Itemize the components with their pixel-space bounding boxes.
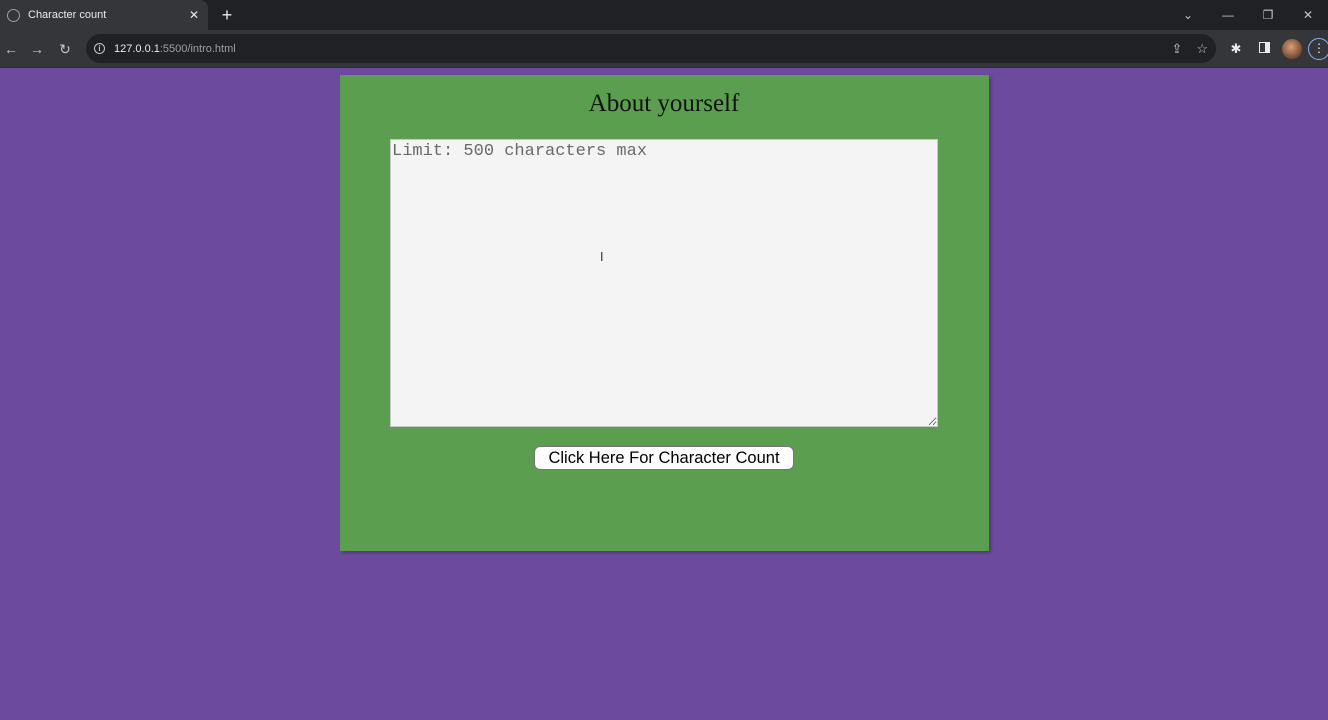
- url-host: 127.0.0.1: [114, 42, 160, 55]
- site-info-icon[interactable]: i: [94, 43, 105, 54]
- extensions-area: ✱ ⋮: [1222, 34, 1328, 63]
- restore-button[interactable]: ❐: [1248, 8, 1288, 22]
- globe-icon: [7, 8, 20, 22]
- profile-avatar[interactable]: [1282, 38, 1302, 59]
- window-controls: ⌄ — ❐ ✕: [1168, 0, 1328, 30]
- extensions-puzzle-icon[interactable]: ✱: [1222, 41, 1250, 57]
- url-path: :5500/intro.html: [159, 42, 236, 55]
- browser-menu-icon[interactable]: ⋮: [1308, 37, 1328, 60]
- browser-tab[interactable]: Character count ✕: [0, 0, 208, 30]
- character-count-button[interactable]: Click Here For Character Count: [534, 446, 794, 470]
- close-window-button[interactable]: ✕: [1288, 8, 1328, 22]
- bookmark-star-icon[interactable]: ☆: [1196, 41, 1208, 57]
- about-textarea[interactable]: [390, 139, 938, 427]
- share-icon[interactable]: ⇪: [1171, 41, 1182, 57]
- forward-arrow-icon[interactable]: →: [26, 38, 48, 60]
- new-tab-button[interactable]: +: [216, 4, 238, 26]
- tab-close-icon[interactable]: ✕: [184, 8, 204, 22]
- reload-icon[interactable]: ↻: [54, 38, 76, 60]
- minimize-button[interactable]: —: [1208, 8, 1248, 22]
- page-title: About yourself: [588, 90, 740, 117]
- tab-title: Character count: [28, 9, 107, 21]
- browser-toolbar: ← → ↻ i 127.0.0.1:5500/intro.html ⇪ ☆ ✱ …: [0, 30, 1328, 68]
- side-panel-icon[interactable]: [1250, 41, 1278, 56]
- omnibox-actions: ⇪ ☆: [1157, 34, 1208, 63]
- tab-strip: Character count ✕ + ⌄ — ❐ ✕: [0, 0, 1328, 30]
- address-bar[interactable]: i 127.0.0.1:5500/intro.html ⇪ ☆: [86, 34, 1216, 63]
- text-cursor-icon: I: [600, 250, 604, 264]
- tab-search-chevron-icon[interactable]: ⌄: [1168, 8, 1208, 22]
- back-arrow-icon[interactable]: ←: [0, 38, 22, 60]
